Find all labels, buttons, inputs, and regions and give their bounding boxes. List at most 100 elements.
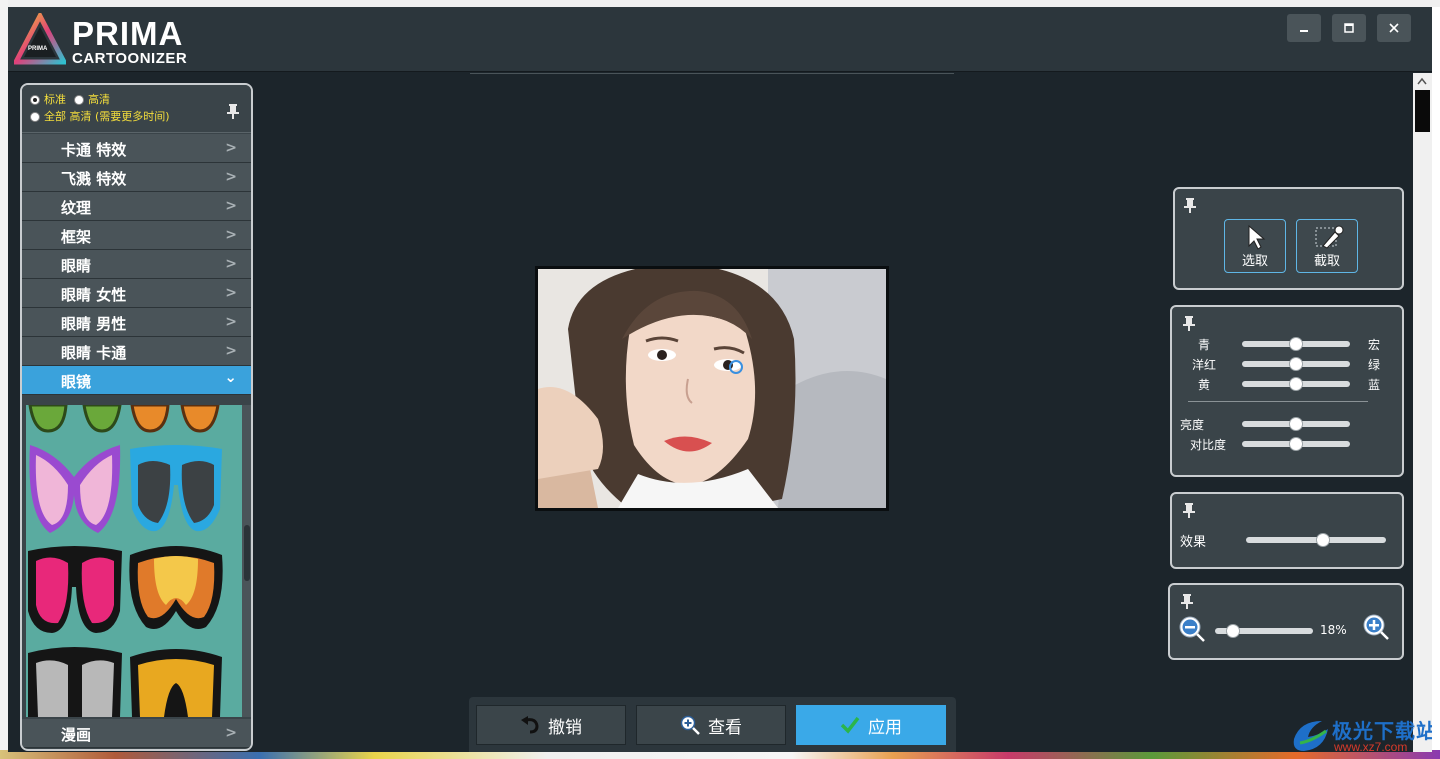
yellow-blue-knob[interactable] [1289, 377, 1303, 391]
glasses-thumb-gray[interactable] [28, 647, 122, 717]
pin-icon[interactable] [226, 103, 240, 119]
window-scrollbar[interactable] [1413, 73, 1432, 752]
chevron-right-icon: > [225, 198, 237, 214]
pin-icon[interactable] [1182, 315, 1196, 331]
maximize-button[interactable] [1332, 14, 1366, 42]
tools-panel: 选取 截取 [1173, 187, 1404, 290]
radio-hd[interactable] [74, 95, 84, 105]
view-label: 查看 [708, 717, 742, 738]
effects-sidebar: 标准 高清 全部 高清 (需要更多时间) 卡通 特效 > 飞溅 特效 > 纹理 … [20, 83, 253, 751]
title-bar[interactable]: PRIMA PRIMA CARTOONIZER [8, 7, 1432, 72]
radio-hd-label[interactable]: 高清 [88, 93, 110, 107]
glasses-thumb-green[interactable] [28, 405, 122, 433]
glasses-thumb-pink-cat[interactable] [29, 445, 121, 533]
magenta-green-knob[interactable] [1289, 357, 1303, 371]
chevron-right-icon: > [225, 285, 237, 301]
pin-icon[interactable] [1180, 593, 1194, 609]
cartoon-preview-image[interactable] [535, 266, 889, 511]
desktop-top-edge [0, 0, 1440, 7]
chevron-right-icon: > [225, 343, 237, 359]
sidebar-item-eyes-male[interactable]: 眼睛 男性 > [22, 308, 251, 337]
sidebar-item-splash-effects[interactable]: 飞溅 特效 > [22, 163, 251, 192]
zoom-knob[interactable] [1225, 624, 1240, 638]
pin-icon[interactable] [1182, 502, 1196, 518]
pin-icon[interactable] [1183, 197, 1197, 213]
red-label: 宏 [1368, 338, 1381, 352]
glasses-thumb-gold[interactable] [130, 649, 222, 717]
glasses-thumbnails [28, 405, 223, 717]
close-icon [1389, 23, 1399, 33]
resolution-row-2: 全部 高清 (需要更多时间) [30, 110, 170, 124]
sidebar-item-label: 纹理 [61, 199, 92, 217]
effect-slider-row: 效果 [1172, 530, 1400, 550]
gallery-scrollbar-thumb[interactable] [244, 525, 250, 581]
logo-subtitle: CARTOONIZER [72, 50, 188, 67]
zoom-in-icon[interactable] [1362, 613, 1390, 641]
watermark-url: www.xz7.com [1334, 740, 1408, 752]
sidebar-item-eyes-female[interactable]: 眼睛 女性 > [22, 279, 251, 308]
radio-all-hd[interactable] [30, 112, 40, 122]
window-scrollbar-thumb[interactable] [1415, 90, 1430, 132]
portrait-illustration [538, 269, 886, 508]
sidebar-item-frame[interactable]: 框架 > [22, 221, 251, 250]
select-tool-button[interactable]: 选取 [1224, 219, 1286, 273]
sidebar-item-comic[interactable]: 漫画 > [22, 719, 251, 748]
chevron-right-icon: > [225, 169, 237, 185]
radio-standard[interactable] [30, 95, 40, 105]
yellow-blue-slider-row: 黄 蓝 [1172, 375, 1400, 393]
undo-button[interactable]: 撤销 [476, 705, 626, 745]
cyan-red-knob[interactable] [1289, 337, 1303, 351]
bottom-toolbar: 撤销 查看 应用 [469, 697, 956, 752]
app-logo: PRIMA PRIMA CARTOONIZER [14, 13, 204, 67]
chevron-right-icon: > [225, 725, 237, 741]
sidebar-item-eyes[interactable]: 眼睛 > [22, 250, 251, 279]
chevron-right-icon: > [225, 227, 237, 243]
contrast-knob[interactable] [1289, 437, 1303, 451]
sidebar-item-label: 框架 [61, 228, 92, 246]
sidebar-item-label: 漫画 [61, 726, 92, 744]
checkmark-icon [840, 716, 860, 734]
sidebar-item-texture[interactable]: 纹理 > [22, 192, 251, 221]
magenta-label: 洋红 [1192, 358, 1217, 372]
effect-knob[interactable] [1316, 533, 1330, 547]
close-button[interactable] [1377, 14, 1411, 42]
sidebar-item-glasses[interactable]: 眼镜 ⌄ [22, 366, 251, 395]
undo-icon [521, 716, 539, 734]
glasses-thumb-blue[interactable] [130, 445, 222, 532]
scroll-up-icon[interactable] [1417, 77, 1427, 85]
zoom-out-icon[interactable] [1178, 615, 1206, 643]
select-tool-label: 选取 [1241, 254, 1268, 269]
zoom-panel: 18% [1168, 583, 1404, 660]
resolution-options: 标准 高清 全部 高清 (需要更多时间) [22, 85, 251, 133]
blue-label: 蓝 [1368, 378, 1381, 392]
cursor-icon [1248, 224, 1266, 250]
undo-label: 撤销 [548, 717, 582, 738]
glasses-thumb-magenta[interactable] [28, 546, 122, 633]
apply-button[interactable]: 应用 [796, 705, 946, 745]
app-window: PRIMA PRIMA CARTOONIZER 标准 高清 全部 高清 (需要更 [8, 7, 1432, 752]
sidebar-item-cartoon-effects[interactable]: 卡通 特效 > [22, 134, 251, 163]
brightness-knob[interactable] [1289, 417, 1303, 431]
magenta-green-slider-row: 洋红 绿 [1172, 355, 1400, 373]
radio-all-hd-label[interactable]: 全部 高清 (需要更多时间) [44, 110, 170, 124]
sidebar-item-eyes-cartoon[interactable]: 眼睛 卡通 > [22, 337, 251, 366]
minimize-icon [1300, 30, 1308, 32]
radio-standard-label[interactable]: 标准 [44, 93, 66, 107]
sidebar-item-label: 眼睛 [61, 257, 92, 275]
cyan-red-slider-row: 青 宏 [1172, 335, 1400, 353]
resolution-row-1: 标准 高清 [30, 93, 110, 107]
canvas-top-divider [470, 73, 954, 74]
desktop-left-edge [0, 0, 8, 759]
sidebar-item-label: 卡通 特效 [61, 141, 127, 159]
logo-triangle-icon [14, 13, 66, 65]
zoom-percentage: 18% [1320, 623, 1347, 637]
glasses-thumb-orange[interactable] [130, 405, 220, 433]
magnifier-icon [680, 715, 700, 735]
logo-badge: PRIMA [28, 46, 48, 52]
view-button[interactable]: 查看 [636, 705, 786, 745]
minimize-button[interactable] [1287, 14, 1321, 42]
glasses-thumb-goggles[interactable] [129, 546, 223, 629]
crop-tool-button[interactable]: 截取 [1296, 219, 1358, 273]
brightness-label: 亮度 [1180, 418, 1205, 432]
contrast-label: 对比度 [1190, 438, 1227, 452]
